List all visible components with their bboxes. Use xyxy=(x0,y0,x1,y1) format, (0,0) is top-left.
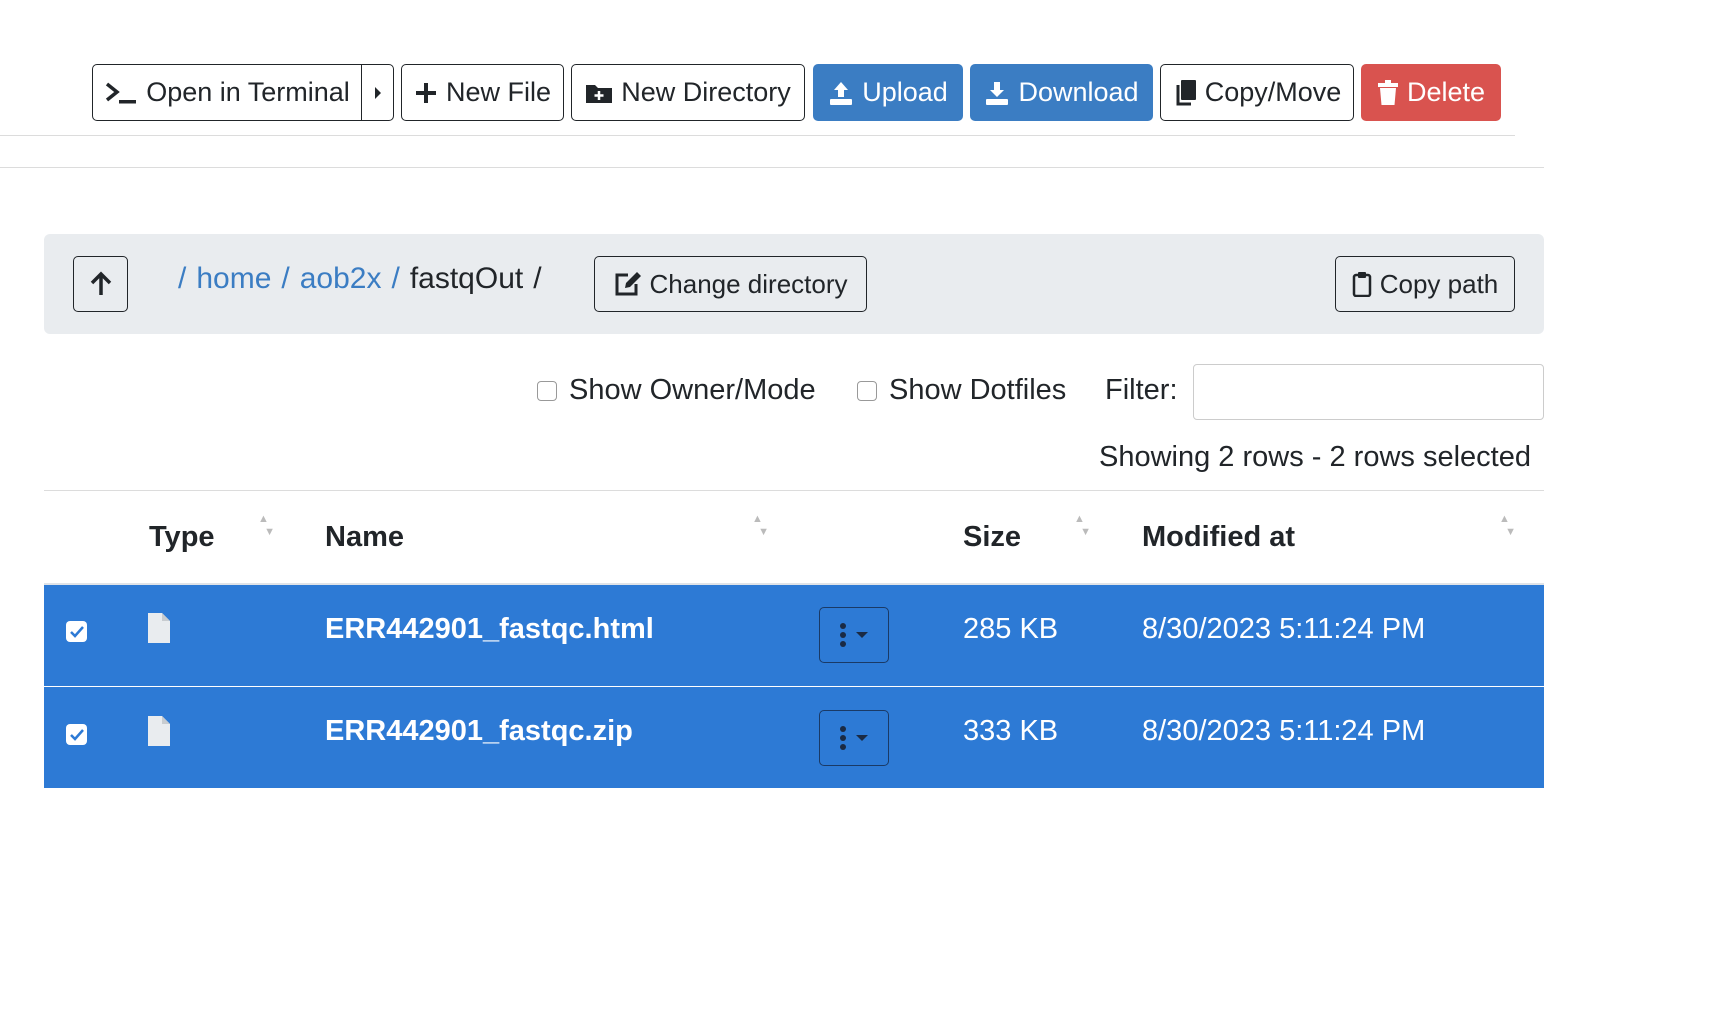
show-dotfiles-label: Show Dotfiles xyxy=(889,374,1067,406)
caret-down-icon xyxy=(856,632,868,638)
sort-icon[interactable]: ▲ ▼ xyxy=(1499,513,1516,539)
breadcrumb-separator: / xyxy=(281,262,290,295)
checkmark-icon xyxy=(69,728,84,741)
file-name[interactable]: ERR442901_fastqc.html xyxy=(325,613,654,646)
column-header-modified-at[interactable]: Modified at xyxy=(1142,521,1295,554)
new-directory-label: New Directory xyxy=(621,77,791,107)
vertical-dots-icon xyxy=(840,726,846,750)
table-row[interactable]: ERR442901_fastqc.html 285 KB 8/30/2023 5… xyxy=(44,585,1544,686)
delete-label: Delete xyxy=(1406,77,1486,107)
open-in-terminal-button[interactable]: Open in Terminal xyxy=(92,64,362,121)
copy-path-button[interactable]: Copy path xyxy=(1335,256,1515,312)
column-header-size[interactable]: Size xyxy=(963,521,1021,554)
plus-icon xyxy=(415,82,436,103)
breadcrumb-separator: / xyxy=(178,262,187,295)
file-modified: 8/30/2023 5:11:24 PM xyxy=(1142,613,1426,645)
copy-path-label: Copy path xyxy=(1379,268,1499,299)
table-header: Type ▲ ▼ Name ▲ ▼ Size ▲ ▼ Modified at ▲… xyxy=(44,490,1544,586)
caret-right-icon xyxy=(374,86,381,99)
row-select-checkbox[interactable] xyxy=(66,724,87,745)
table-row[interactable]: ERR442901_fastqc.zip 333 KB 8/30/2023 5:… xyxy=(44,687,1544,788)
breadcrumb-current: fastqOut xyxy=(409,262,524,295)
vertical-dots-icon xyxy=(840,623,846,647)
clipboard-icon xyxy=(1352,272,1371,297)
breadcrumb-item-home[interactable]: home xyxy=(196,262,271,296)
terminal-icon xyxy=(106,82,137,103)
file-modified: 8/30/2023 5:11:24 PM xyxy=(1142,715,1426,747)
upload-button[interactable]: Upload xyxy=(813,64,963,121)
sort-icon[interactable]: ▲ ▼ xyxy=(752,513,769,539)
upload-label: Upload xyxy=(862,77,948,107)
terminal-dropdown-toggle[interactable] xyxy=(361,64,394,121)
file-name[interactable]: ERR442901_fastqc.zip xyxy=(325,715,633,748)
upload-icon xyxy=(830,81,853,105)
new-file-label: New File xyxy=(445,77,552,107)
table-status: Showing 2 rows - 2 rows selected xyxy=(1099,441,1531,473)
file-icon xyxy=(148,716,170,746)
toolbar-divider xyxy=(0,135,1515,136)
row-select-checkbox[interactable] xyxy=(66,621,87,642)
breadcrumb: / home / aob2x / fastqOut / xyxy=(178,262,542,296)
sort-icon[interactable]: ▲ ▼ xyxy=(258,513,275,539)
breadcrumb-separator: / xyxy=(533,262,542,295)
filter-label: Filter: xyxy=(1105,374,1178,406)
change-directory-label: Change directory xyxy=(649,268,848,299)
arrow-up-icon xyxy=(90,271,111,295)
change-directory-button[interactable]: Change directory xyxy=(594,256,867,312)
show-owner-mode-label: Show Owner/Mode xyxy=(569,374,816,406)
row-actions-dropdown[interactable] xyxy=(819,607,889,663)
column-header-name[interactable]: Name xyxy=(325,521,404,554)
copy-move-button[interactable]: Copy/Move xyxy=(1160,64,1354,121)
row-actions-dropdown[interactable] xyxy=(819,710,889,766)
trash-icon xyxy=(1377,79,1398,105)
download-icon xyxy=(986,81,1009,105)
show-owner-mode-checkbox[interactable] xyxy=(537,380,557,401)
checkmark-icon xyxy=(69,625,84,638)
open-in-terminal-label: Open in Terminal xyxy=(146,77,350,107)
breadcrumb-separator: / xyxy=(391,262,400,295)
folder-plus-icon xyxy=(586,84,613,103)
new-file-button[interactable]: New File xyxy=(401,64,564,121)
file-icon xyxy=(148,613,170,643)
caret-down-icon xyxy=(856,735,868,741)
new-directory-button[interactable]: New Directory xyxy=(571,64,805,121)
copy-move-label: Copy/Move xyxy=(1204,77,1342,107)
download-button[interactable]: Download xyxy=(970,64,1153,121)
breadcrumb-item-aob2x[interactable]: aob2x xyxy=(300,262,382,296)
edit-icon xyxy=(615,272,641,296)
delete-button[interactable]: Delete xyxy=(1361,64,1501,121)
copy-icon xyxy=(1176,79,1196,105)
up-directory-button[interactable] xyxy=(73,256,128,312)
show-dotfiles-checkbox[interactable] xyxy=(857,380,877,401)
file-size: 333 KB xyxy=(963,715,1059,747)
file-size: 285 KB xyxy=(963,613,1059,645)
show-dotfiles-option[interactable]: Show Dotfiles xyxy=(857,374,1066,407)
column-header-type[interactable]: Type xyxy=(149,521,215,554)
download-label: Download xyxy=(1018,77,1139,107)
show-owner-mode-option[interactable]: Show Owner/Mode xyxy=(537,374,816,407)
filter-input[interactable] xyxy=(1193,364,1544,420)
sort-icon[interactable]: ▲ ▼ xyxy=(1074,513,1091,539)
section-divider xyxy=(0,167,1544,168)
